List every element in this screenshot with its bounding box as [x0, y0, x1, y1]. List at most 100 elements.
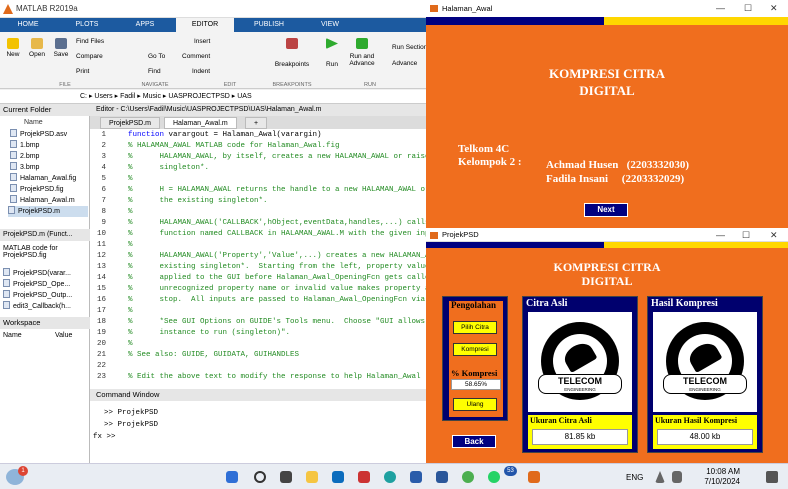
code-line[interactable]: %	[128, 208, 133, 216]
code-line[interactable]: % HALAMAN_AWAL('Property','Value',...) c…	[128, 252, 430, 260]
code-line[interactable]: function varargout = Halaman_Awal(vararg…	[128, 131, 322, 139]
list-item[interactable]: Halaman_Awal.m	[10, 195, 75, 206]
list-item[interactable]: 3.bmp	[10, 162, 39, 173]
tab-plots[interactable]: PLOTS	[62, 18, 112, 32]
code-line[interactable]: % *See GUI Options on GUIDE's Tools menu…	[128, 318, 430, 326]
tab-home[interactable]: HOME	[4, 18, 52, 32]
function-item[interactable]: ProjekPSD_Outp...	[3, 290, 72, 301]
pilih-citra-button[interactable]: Pilih Citra	[453, 321, 497, 334]
run-and-advance-button[interactable]: Run and Advance	[346, 38, 378, 67]
minimize-icon[interactable]: —	[716, 228, 725, 242]
list-item[interactable]: Halaman_Awal.fig	[10, 173, 76, 184]
ulang-button[interactable]: Ulang	[453, 398, 497, 411]
function-item[interactable]: ProjekPSD_Ope...	[3, 279, 70, 290]
list-item[interactable]: ProjekPSD.fig	[10, 184, 64, 195]
search-icon[interactable]	[254, 471, 266, 483]
app-icon[interactable]	[410, 471, 422, 483]
col-name[interactable]: Name	[24, 117, 43, 128]
editor-tab-projekpsd[interactable]: ProjekPSD.m	[100, 117, 161, 129]
task-view-icon[interactable]	[280, 471, 292, 483]
comment-button[interactable]: Comment	[182, 53, 210, 60]
open-button[interactable]: Open	[28, 38, 46, 58]
code-line[interactable]: % applied to the GUI before Halaman_Awal…	[128, 274, 430, 282]
advance-button[interactable]: Advance	[392, 60, 417, 67]
list-item[interactable]: ProjekPSD.asv	[10, 129, 67, 140]
close-icon[interactable]: ✕	[770, 228, 778, 242]
ws-col-name[interactable]: Name	[3, 332, 22, 339]
code-line[interactable]: % stop. All inputs are passed to Halaman…	[128, 296, 430, 304]
indent-button[interactable]: Indent	[192, 68, 210, 75]
code-line[interactable]: %	[128, 340, 133, 348]
code-line[interactable]: % HALAMAN_AWAL, by itself, creates a new…	[128, 153, 430, 161]
code-editor[interactable]: 1 function varargout = Halaman_Awal(varar…	[90, 129, 430, 389]
run-button[interactable]: Run	[322, 38, 342, 68]
ukuran-asli-field[interactable]: 81.85 kb	[532, 429, 628, 445]
ws-col-value[interactable]: Value	[55, 332, 72, 339]
workspace-panel[interactable]: Name Value	[0, 329, 90, 463]
code-line[interactable]: % Edit the above text to modify the resp…	[128, 373, 421, 381]
find-files-button[interactable]: Find Files	[76, 38, 104, 45]
kompresi-button[interactable]: Kompresi	[453, 343, 497, 356]
tab-apps[interactable]: APPS	[120, 18, 170, 32]
chrome-icon[interactable]	[462, 471, 474, 483]
new-tab-button[interactable]: +	[245, 117, 268, 129]
function-item[interactable]: ProjekPSD(varar...	[3, 268, 71, 279]
whatsapp-icon[interactable]	[488, 471, 500, 483]
command-prompt[interactable]: fx >>	[93, 433, 116, 441]
tab-editor[interactable]: EDITOR	[176, 18, 234, 32]
volume-icon[interactable]	[672, 471, 682, 483]
maximize-icon[interactable]: ☐	[742, 228, 750, 242]
wifi-icon[interactable]	[655, 471, 665, 483]
matlab-icon[interactable]	[528, 471, 540, 483]
clock-time[interactable]: 10:08 AM	[700, 467, 740, 476]
ukuran-hasil-field[interactable]: 48.00 kb	[657, 429, 753, 445]
breakpoints-button[interactable]: Breakpoints	[272, 38, 312, 68]
code-line[interactable]: % existing singleton*. Starting from the…	[128, 263, 430, 271]
list-item[interactable]: 1.bmp	[10, 140, 39, 151]
print-button[interactable]: Print	[76, 68, 89, 75]
start-icon[interactable]	[226, 471, 238, 483]
insert-button[interactable]: Insert	[194, 38, 210, 45]
command-window[interactable]: >> ProjekPSD >> ProjekPSD fx >>	[90, 401, 430, 463]
file-explorer-icon[interactable]	[306, 471, 318, 483]
list-item-selected[interactable]: ProjekPSD.m	[8, 206, 88, 217]
next-button[interactable]: Next	[584, 203, 628, 217]
code-line[interactable]: % See also: GUIDE, GUIDATA, GUIHANDLES	[128, 351, 299, 359]
edge-icon[interactable]	[384, 471, 396, 483]
list-item[interactable]: 2.bmp	[10, 151, 39, 162]
code-line[interactable]: % unrecognized property name or invalid …	[128, 285, 430, 293]
code-line[interactable]: % singleton*.	[128, 164, 209, 172]
compare-button[interactable]: Compare	[76, 53, 103, 60]
code-line[interactable]: % HALAMAN_AWAL('CALLBACK',hObject,eventD…	[128, 219, 430, 227]
function-item[interactable]: edit3_Callback(h...	[3, 301, 71, 312]
code-line[interactable]: %	[128, 307, 133, 315]
clock-date[interactable]: 7/10/2024	[698, 477, 740, 486]
code-line[interactable]: %	[128, 175, 133, 183]
minimize-icon[interactable]: —	[716, 0, 725, 17]
run-section-button[interactable]: Run Section	[392, 44, 427, 51]
code-line[interactable]: %	[128, 241, 133, 249]
editor-tab-halaman-awal[interactable]: Halaman_Awal.m	[164, 117, 237, 129]
notification-center-icon[interactable]	[766, 471, 778, 483]
code-line[interactable]: % the existing singleton*.	[128, 197, 268, 205]
current-folder-list[interactable]: Name ProjekPSD.asv 1.bmp 2.bmp 3.bmp Hal…	[0, 116, 90, 229]
code-line[interactable]: % function named CALLBACK in HALAMAN_AWA…	[128, 230, 430, 238]
store-icon[interactable]	[332, 471, 344, 483]
tab-publish[interactable]: PUBLISH	[240, 18, 298, 32]
close-icon[interactable]: ✕	[770, 0, 778, 17]
save-button[interactable]: Save	[52, 38, 70, 58]
code-line[interactable]: % H = HALAMAN_AWAL returns the handle to…	[128, 186, 430, 194]
persen-kompresi-field[interactable]: 58.65%	[451, 379, 501, 390]
language-indicator[interactable]: ENG	[626, 473, 643, 482]
app-icon[interactable]	[358, 471, 370, 483]
maximize-icon[interactable]: ☐	[744, 0, 752, 17]
path-bar[interactable]: C: ▸ Users ▸ Fadil ▸ Music ▸ UASPROJECTP…	[0, 90, 430, 104]
new-button[interactable]: New	[4, 38, 22, 58]
tab-view[interactable]: VIEW	[304, 18, 356, 32]
go-to-button[interactable]: Go To	[148, 53, 165, 60]
back-button[interactable]: Back	[452, 435, 496, 448]
word-icon[interactable]	[436, 471, 448, 483]
find-button[interactable]: Find	[148, 68, 161, 75]
code-line[interactable]: % HALAMAN_AWAL MATLAB code for Halaman_A…	[128, 142, 340, 150]
code-line[interactable]: % instance to run (singleton)".	[128, 329, 290, 337]
